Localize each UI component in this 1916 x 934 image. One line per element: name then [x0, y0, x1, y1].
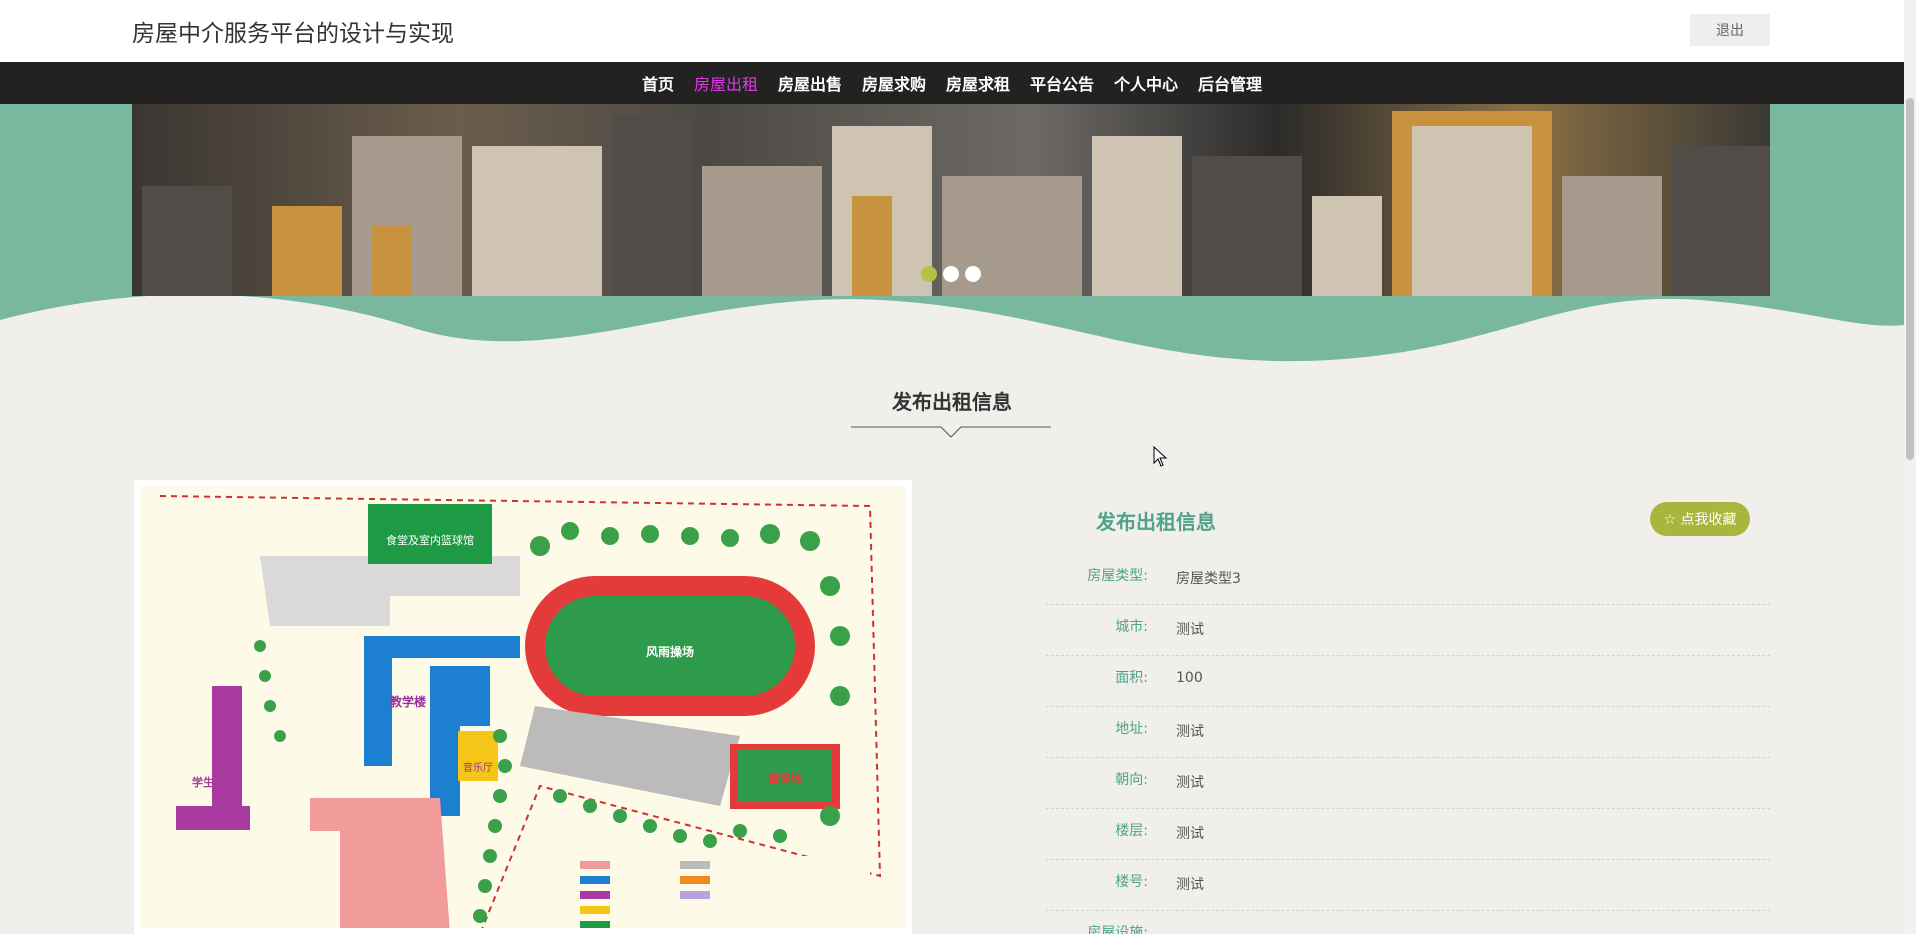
carousel-dot[interactable]	[965, 266, 981, 282]
detail-field-row: 面积: 100	[1046, 657, 1770, 707]
field-label: 楼层:	[1115, 823, 1148, 839]
mouse-cursor-icon	[1153, 446, 1168, 467]
field-label: 面积:	[1115, 670, 1148, 686]
field-value: 测试	[1176, 622, 1204, 638]
favorite-button[interactable]: ☆ 点我收藏	[1650, 502, 1750, 536]
svg-text:音乐厅: 音乐厅	[463, 761, 493, 774]
nav-item-6[interactable]: 个人中心	[1104, 71, 1188, 95]
nav-item-2[interactable]: 房屋出售	[768, 71, 852, 95]
svg-text:学生宿舍: 学生宿舍	[192, 775, 237, 789]
detail-field-row: 楼号: 测试	[1046, 861, 1770, 911]
logout-button[interactable]: 退出	[1690, 14, 1770, 46]
detail-title: 发布出租信息	[1096, 510, 1216, 534]
svg-text:食堂及室内篮球馆: 食堂及室内篮球馆	[386, 533, 474, 547]
field-label: 房屋设施:	[1087, 925, 1148, 934]
nav-item-1[interactable]: 房屋出租	[684, 71, 768, 95]
field-value: 测试	[1176, 724, 1204, 740]
main-nav: 首页 房屋出租 房屋出售 房屋求购 房屋求租 平台公告 个人中心 后台管理	[0, 62, 1904, 108]
detail-field-row: 楼层: 测试	[1046, 810, 1770, 860]
svg-text:教学楼: 教学楼	[389, 694, 426, 709]
svg-text:风雨操场: 风雨操场	[646, 644, 694, 659]
field-value: 测试	[1176, 826, 1204, 842]
field-value: 测试	[1176, 775, 1204, 791]
star-icon: ☆	[1663, 512, 1677, 528]
nav-item-0[interactable]: 首页	[632, 71, 684, 95]
carousel-dot[interactable]	[943, 266, 959, 282]
detail-field-row: 城市: 测试	[1046, 606, 1770, 656]
svg-text:篮球场: 篮球场	[768, 771, 802, 785]
carousel-dot[interactable]	[921, 266, 937, 282]
nav-list: 首页 房屋出租 房屋出售 房屋求购 房屋求租 平台公告 个人中心 后台管理	[0, 62, 1904, 104]
detail-field-row: 房屋类型: 房屋类型3	[1046, 555, 1770, 605]
nav-item-4[interactable]: 房屋求租	[936, 71, 1020, 95]
site-title: 房屋中介服务平台的设计与实现	[132, 21, 454, 47]
property-image: 食堂及室内篮球馆 风雨操场 教学楼 音乐厅 学生宿舍 篮球场	[134, 480, 912, 934]
top-header: 房屋中介服务平台的设计与实现 退出	[0, 0, 1904, 62]
section-title: 发布出租信息	[892, 390, 1012, 414]
nav-item-7[interactable]: 后台管理	[1188, 71, 1272, 95]
field-value: 房屋类型3	[1176, 571, 1241, 587]
title-underline	[851, 426, 1051, 438]
detail-field-row: 朝向: 测试	[1046, 759, 1770, 809]
field-label: 地址:	[1115, 721, 1148, 737]
nav-item-3[interactable]: 房屋求购	[852, 71, 936, 95]
field-label: 楼号:	[1115, 874, 1148, 890]
field-label: 朝向:	[1115, 772, 1148, 788]
nav-item-5[interactable]: 平台公告	[1020, 71, 1104, 95]
carousel-indicators	[921, 266, 981, 282]
detail-field-row: 地址: 测试	[1046, 708, 1770, 758]
field-label: 城市:	[1115, 619, 1148, 635]
favorite-label: 点我收藏	[1680, 512, 1737, 528]
field-value: 测试	[1176, 877, 1204, 893]
page-scrollbar-thumb[interactable]	[1906, 98, 1914, 460]
field-value: 100	[1176, 670, 1203, 686]
detail-field-row: 房屋设施:	[1046, 912, 1770, 934]
field-label: 房屋类型:	[1087, 568, 1148, 584]
